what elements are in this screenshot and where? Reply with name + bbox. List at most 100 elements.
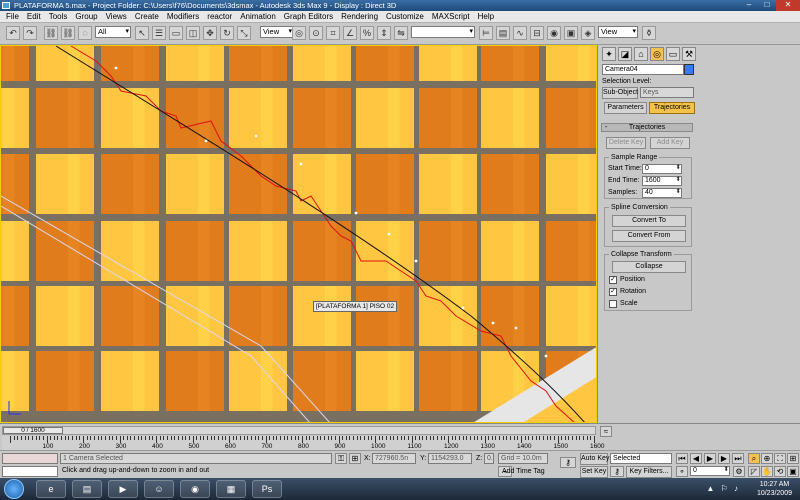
trajectory-key[interactable] (254, 134, 258, 138)
time-config-icon[interactable]: ⚙ (733, 466, 745, 477)
reference-coord-dropdown[interactable]: View (260, 26, 294, 38)
window-crossing-icon[interactable]: ◫ (186, 26, 200, 40)
rect-select-icon[interactable]: ▭ (169, 26, 183, 40)
create-tab-icon[interactable]: ✦ (602, 47, 616, 61)
add-key-button[interactable]: Add Key (650, 137, 690, 149)
minimize-button[interactable]: – (740, 0, 758, 11)
maxscript-output-field[interactable] (2, 466, 58, 477)
media-player-icon[interactable]: ▶ (108, 480, 138, 498)
scale-checkbox[interactable] (609, 300, 617, 308)
key-mode-toggle-icon[interactable]: ⚬ (676, 466, 688, 477)
curve-editor-icon[interactable]: ∿ (513, 26, 527, 40)
explorer-icon[interactable]: ▦ (216, 480, 246, 498)
trajectory-key[interactable] (491, 321, 495, 325)
snap-icon[interactable]: ⌗ (326, 26, 340, 40)
undo-icon[interactable]: ↶ (6, 26, 20, 40)
go-to-start-icon[interactable]: ⏮ (676, 453, 688, 464)
sub-object-button[interactable]: Sub-Object (602, 87, 638, 99)
manipulate-icon[interactable]: ⊙ (309, 26, 323, 40)
3dsmax-icon[interactable]: ◉ (180, 480, 210, 498)
menu-graph-editors[interactable]: Graph Editors (280, 11, 337, 23)
z-coord-field[interactable]: 0.0mm (484, 453, 494, 464)
menu-tools[interactable]: Tools (45, 11, 72, 23)
angle-snap-icon[interactable]: ∠ (343, 26, 357, 40)
trajectory-key[interactable] (414, 259, 418, 263)
play-icon[interactable]: ▶ (704, 453, 716, 464)
orbit-icon[interactable]: ⟲ (774, 466, 786, 477)
end-time-spinner[interactable]: 1600 (642, 176, 682, 186)
samples-spinner[interactable]: 40 (642, 188, 682, 198)
photoshop-icon[interactable]: Ps (252, 480, 282, 498)
render-setup-icon[interactable]: ▣ (564, 26, 578, 40)
trajectory-key[interactable] (114, 66, 118, 70)
trajectory-key[interactable] (514, 326, 518, 330)
menu-customize[interactable]: Customize (382, 11, 428, 23)
trajectory-key[interactable] (461, 306, 465, 310)
next-frame-icon[interactable]: ▶ (718, 453, 730, 464)
zoom-extents-all-icon[interactable]: ⊞ (787, 453, 799, 464)
trajectory-key[interactable] (387, 232, 391, 236)
absolute-mode-icon[interactable]: ⊞ (349, 453, 361, 464)
x-coord-field[interactable]: 727960.5n (372, 453, 416, 464)
modify-tab-icon[interactable]: ◪ (618, 47, 632, 61)
time-slider-thumb[interactable]: 0 / 1600 (3, 427, 63, 434)
menu-reactor[interactable]: reactor (203, 11, 236, 23)
hierarchy-tab-icon[interactable]: ⌂ (634, 47, 648, 61)
percent-snap-icon[interactable]: % (360, 26, 374, 40)
named-selection-dropdown[interactable] (411, 26, 475, 38)
motion-tab-icon[interactable]: ◎ (650, 47, 664, 61)
menu-help[interactable]: Help (474, 11, 498, 23)
current-frame-field[interactable]: 0 (690, 466, 730, 476)
schematic-icon[interactable]: ⊟ (530, 26, 544, 40)
menu-edit[interactable]: Edit (23, 11, 45, 23)
key-filters-button[interactable]: Key Filters... (626, 466, 672, 478)
maxscript-listener-field[interactable] (2, 453, 58, 464)
lock-selection-icon[interactable]: ⚿ (335, 453, 347, 464)
utilities-tab-icon[interactable]: ⚒ (682, 47, 696, 61)
bind-icon[interactable]: ◌ (78, 26, 92, 40)
spinner-snap-icon[interactable]: ⇕ (377, 26, 391, 40)
select-by-name-icon[interactable]: ☰ (152, 26, 166, 40)
menu-views[interactable]: Views (102, 11, 131, 23)
start-time-spinner[interactable]: 0 (642, 164, 682, 174)
menu-animation[interactable]: Animation (236, 11, 280, 23)
prev-frame-icon[interactable]: ◀ (690, 453, 702, 464)
menu-create[interactable]: Create (131, 11, 163, 23)
teapot-icon[interactable]: ⚱ (642, 26, 656, 40)
menu-modifiers[interactable]: Modifiers (163, 11, 203, 23)
parameters-tab[interactable]: Parameters (604, 102, 647, 114)
go-to-end-icon[interactable]: ⏭ (732, 453, 744, 464)
position-checkbox[interactable]: ✓ (609, 276, 617, 284)
time-slider[interactable]: 0 / 1600 (2, 426, 596, 435)
add-time-tag[interactable]: Add Time Tag (502, 468, 545, 475)
material-editor-icon[interactable]: ◉ (547, 26, 561, 40)
messenger-icon[interactable]: ☺ (144, 480, 174, 498)
view-dropdown[interactable]: View (598, 26, 638, 38)
menu-rendering[interactable]: Rendering (337, 11, 382, 23)
align-icon[interactable]: ⊨ (479, 26, 493, 40)
track-bar[interactable]: 100 200 300 400 500 600 700 800 900 1000 1100 1200 1… (2, 436, 604, 450)
unlink-icon[interactable]: ⛓ (61, 26, 75, 40)
maximize-button[interactable]: □ (758, 0, 776, 11)
link-icon[interactable]: ⛓ (44, 26, 58, 40)
zoom-extents-icon[interactable]: ⛶ (774, 453, 786, 464)
folder-icon[interactable]: ▤ (72, 480, 102, 498)
menu-file[interactable]: File (2, 11, 23, 23)
rotate-icon[interactable]: ↻ (220, 26, 234, 40)
trajectory-key[interactable] (299, 162, 303, 166)
viewport[interactable]: [PLATAFORMA 1] PISO 02 (0, 45, 597, 423)
convert-from-button[interactable]: Convert From (612, 230, 686, 242)
y-coord-field[interactable]: 1154293.0 (428, 453, 472, 464)
scale-icon[interactable]: ⤡ (237, 26, 251, 40)
object-name-field[interactable]: Camera04 (602, 64, 684, 75)
pan-icon[interactable]: ✋ (761, 466, 773, 477)
auto-key-button[interactable]: Auto Key (580, 453, 609, 465)
set-key-mode-icon[interactable]: ⚷ (610, 466, 624, 477)
selection-filter-dropdown[interactable]: All (95, 26, 131, 38)
close-button[interactable]: ✕ (776, 0, 800, 11)
menu-maxscript[interactable]: MAXScript (428, 11, 474, 23)
zoom-icon[interactable]: ⌕ (748, 453, 760, 464)
sub-object-level-dropdown[interactable]: Keys (640, 87, 694, 98)
trajectory-key[interactable] (544, 354, 548, 358)
mirror-icon[interactable]: ⇋ (394, 26, 408, 40)
